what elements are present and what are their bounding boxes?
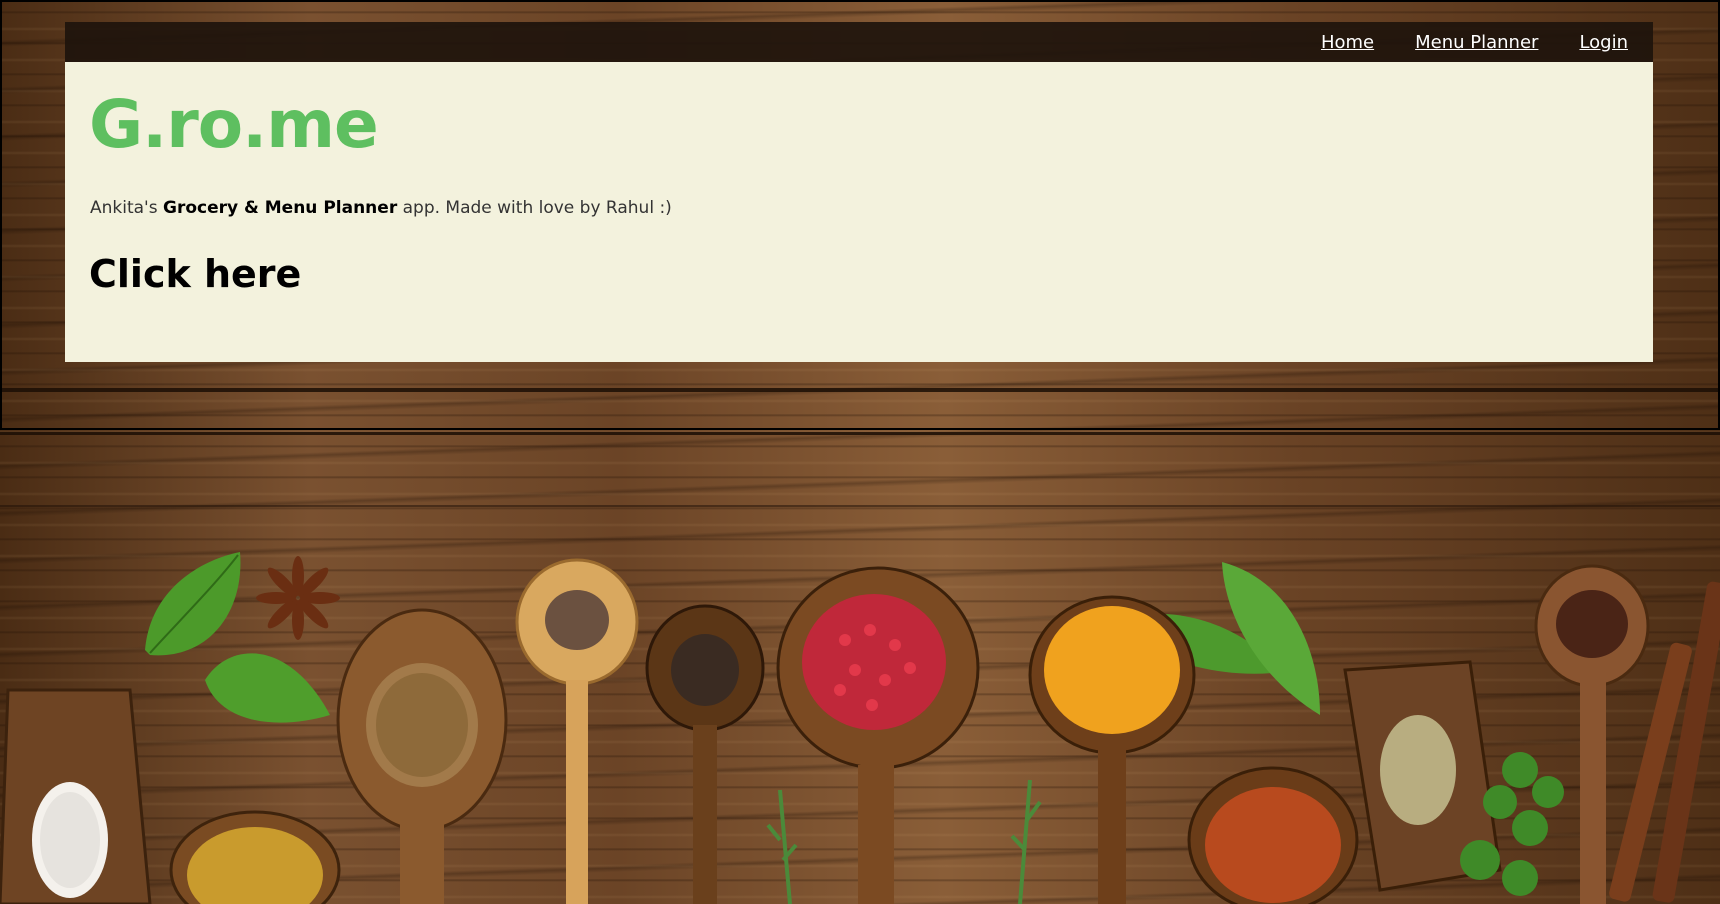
tagline-suffix: app. Made with love by Rahul :): [397, 198, 672, 218]
rosemary-icon: [766, 779, 1042, 904]
peppercorn-spoon-icon: [515, 558, 639, 904]
plank-seam: [0, 388, 1720, 392]
nav-link-home[interactable]: Home: [1321, 32, 1374, 53]
nav-link-menu-planner[interactable]: Menu Planner: [1415, 32, 1538, 53]
tagline-app-name: Grocery & Menu Planner: [163, 198, 398, 218]
nav-link-login[interactable]: Login: [1579, 32, 1628, 53]
brand-title: G.ro.me: [89, 86, 379, 163]
cumin-bowl-icon: [169, 810, 341, 904]
black-pepper-spoon-icon: [645, 604, 765, 904]
plank-seam: [0, 432, 1720, 435]
star-anise-icon: [256, 556, 340, 640]
spices-illustration: [0, 552, 1720, 904]
tagline-prefix: Ankita's: [90, 198, 163, 218]
turmeric-bowl-icon: [1028, 595, 1196, 904]
top-navbar: Home Menu Planner Login: [65, 22, 1653, 62]
nav-links: Home Menu Planner Login: [1321, 22, 1628, 62]
hero-panel: G.ro.me Ankita's Grocery & Menu Planner …: [65, 62, 1653, 362]
chili-flakes-bowl-icon: [1187, 766, 1359, 904]
coriander-spoon-icon: [336, 608, 508, 904]
pink-peppercorn-spoon-icon: [776, 566, 980, 904]
salt-scoop-icon: [0, 688, 152, 904]
plank-seam: [0, 505, 1720, 507]
click-here-link[interactable]: Click here: [89, 252, 301, 298]
tagline: Ankita's Grocery & Menu Planner app. Mad…: [90, 198, 672, 218]
